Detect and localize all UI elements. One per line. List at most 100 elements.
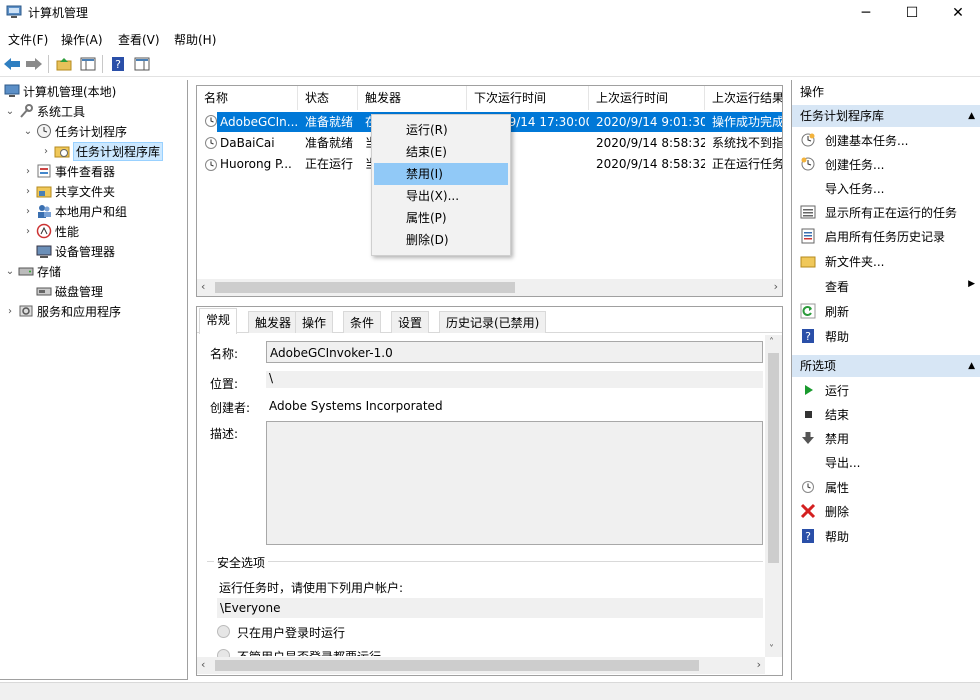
name-field[interactable]: AdobeGCInvoker-1.0	[266, 341, 763, 363]
create-task-icon	[800, 156, 816, 172]
action-help-selected[interactable]: ? 帮助	[800, 525, 849, 547]
forward-arrow-icon[interactable]	[24, 54, 44, 74]
author-field[interactable]: Adobe Systems Incorporated	[266, 396, 763, 416]
action-export[interactable]: 导出...	[800, 451, 860, 473]
tree-item-task-library[interactable]: › 任务计划程序库	[40, 141, 164, 161]
action-properties[interactable]: 属性	[800, 476, 849, 498]
scroll-left-icon[interactable]: ‹	[201, 280, 205, 293]
action-new-folder[interactable]: 新文件夹...	[800, 250, 884, 272]
action-display-running[interactable]: 显示所有正在运行的任务	[800, 201, 957, 223]
scroll-down-icon[interactable]: ˅	[769, 644, 774, 655]
horizontal-scrollbar[interactable]: ‹ ›	[197, 279, 782, 296]
location-field[interactable]: \	[266, 371, 763, 388]
chevron-right-icon[interactable]: ›	[4, 306, 16, 317]
description-field[interactable]	[266, 421, 763, 545]
chevron-right-icon[interactable]: ›	[40, 146, 52, 157]
section-selected-item[interactable]: 所选项 ▲	[792, 355, 980, 377]
radio-logged-on-label: 只在用户登录时运行	[237, 626, 346, 640]
chevron-down-icon[interactable]: ⌄	[4, 106, 16, 117]
context-item-disable[interactable]: 禁用(I)	[374, 163, 508, 185]
section-title: 任务计划程序库	[800, 109, 885, 123]
menu-view[interactable]: 查看(V)	[118, 31, 160, 48]
tab-triggers[interactable]: 触发器	[248, 311, 299, 333]
tree-label: 任务计划程序	[55, 124, 128, 139]
tree-item-device-manager[interactable]: 设备管理器	[22, 241, 115, 261]
radio-logged-on[interactable]	[217, 625, 230, 638]
column-header-next-run[interactable]: 下次运行时间	[467, 86, 589, 110]
column-header-last-run[interactable]: 上次运行时间	[589, 86, 705, 110]
action-end[interactable]: 结束	[800, 403, 849, 425]
context-item-run[interactable]: 运行(R)	[374, 119, 508, 141]
column-header-trigger[interactable]: 触发器	[358, 86, 467, 110]
computer-management-icon	[6, 4, 22, 20]
event-log-icon	[36, 163, 52, 179]
scroll-left-icon[interactable]: ‹	[201, 658, 205, 671]
scrollbar-thumb[interactable]	[215, 660, 699, 671]
up-folder-icon[interactable]	[54, 54, 74, 74]
chevron-down-icon[interactable]: ⌄	[22, 126, 34, 137]
cell-last-run: 2020/9/14 8:58:32	[596, 157, 705, 171]
tree-item-shared-folders[interactable]: › 共享文件夹	[22, 181, 115, 201]
menu-help[interactable]: 帮助(H)	[174, 31, 216, 48]
collapse-up-icon[interactable]: ▲	[968, 355, 975, 377]
scroll-right-icon[interactable]: ›	[774, 280, 778, 293]
tree-item-system-tools[interactable]: ⌄ 系统工具	[4, 101, 85, 121]
tab-general[interactable]: 常规	[199, 308, 238, 334]
chevron-right-icon[interactable]: ›	[22, 186, 34, 197]
run-as-account-field[interactable]: \Everyone	[217, 598, 763, 618]
scrollbar-thumb[interactable]	[215, 282, 515, 293]
detail-tabs: 常规 触发器 操作 条件 设置 历史记录(已禁用)	[197, 307, 782, 334]
detail-vertical-scrollbar[interactable]: ˄ ˅	[765, 335, 782, 657]
action-create-task[interactable]: 创建任务...	[800, 153, 884, 175]
tab-conditions[interactable]: 条件	[343, 311, 382, 333]
chevron-right-icon[interactable]: ›	[22, 206, 34, 217]
scrollbar-thumb[interactable]	[768, 353, 779, 563]
minimize-button[interactable]: ─	[843, 0, 889, 26]
tree-item-performance[interactable]: › 性能	[22, 221, 79, 241]
action-view[interactable]: 查看 ▶	[800, 275, 975, 297]
action-refresh[interactable]: 刷新	[800, 300, 849, 322]
tab-settings[interactable]: 设置	[391, 311, 430, 333]
detail-horizontal-scrollbar[interactable]: ‹ ›	[197, 657, 765, 674]
action-help[interactable]: ? 帮助	[800, 325, 849, 347]
back-arrow-icon[interactable]	[2, 54, 22, 74]
scroll-right-icon[interactable]: ›	[757, 658, 761, 671]
help-icon[interactable]: ?	[108, 54, 128, 74]
menu-file[interactable]: 文件(F)	[8, 31, 48, 48]
context-item-end[interactable]: 结束(E)	[374, 141, 508, 163]
action-label: 创建基本任务...	[825, 133, 909, 148]
chevron-right-icon[interactable]: ›	[22, 166, 34, 177]
column-header-last-result[interactable]: 上次运行结果	[705, 86, 782, 110]
section-task-library[interactable]: 任务计划程序库 ▲	[792, 105, 980, 127]
action-run[interactable]: 运行	[800, 379, 849, 401]
context-item-properties[interactable]: 属性(P)	[374, 207, 508, 229]
action-label: 属性	[825, 480, 850, 495]
context-item-export[interactable]: 导出(X)...	[374, 185, 508, 207]
scroll-up-icon[interactable]: ˄	[769, 337, 774, 348]
tab-actions[interactable]: 操作	[295, 311, 334, 333]
menu-action[interactable]: 操作(A)	[61, 31, 103, 48]
tree-item-services[interactable]: › 服务和应用程序	[4, 301, 121, 321]
tree-item-event-viewer[interactable]: › 事件查看器	[22, 161, 115, 181]
tab-history[interactable]: 历史记录(已禁用)	[439, 311, 547, 333]
action-import-task[interactable]: 导入任务...	[800, 177, 884, 199]
tree-item-task-scheduler[interactable]: ⌄ 任务计划程序	[22, 121, 127, 141]
close-button[interactable]: ✕	[935, 0, 980, 26]
chevron-down-icon[interactable]: ⌄	[4, 266, 16, 277]
column-header-status[interactable]: 状态	[298, 86, 358, 110]
tree-item-disk-management[interactable]: 磁盘管理	[22, 281, 103, 301]
action-create-basic-task[interactable]: 创建基本任务...	[800, 129, 908, 151]
tree-item-root[interactable]: 计算机管理(本地)	[2, 81, 116, 101]
tree-item-local-users[interactable]: › 本地用户和组	[22, 201, 127, 221]
maximize-button[interactable]: ☐	[889, 0, 935, 26]
collapse-up-icon[interactable]: ▲	[968, 105, 975, 127]
column-header-name[interactable]: 名称	[197, 86, 298, 110]
action-delete[interactable]: 删除	[800, 500, 849, 522]
tree-item-storage[interactable]: ⌄ 存储	[4, 261, 61, 281]
context-item-delete[interactable]: 删除(D)	[374, 229, 508, 251]
show-hide-action-pane-icon[interactable]	[132, 54, 152, 74]
action-enable-history[interactable]: 启用所有任务历史记录	[800, 225, 945, 247]
show-hide-tree-icon[interactable]	[78, 54, 98, 74]
chevron-right-icon[interactable]: ›	[22, 226, 34, 237]
action-disable[interactable]: 禁用	[800, 427, 849, 449]
